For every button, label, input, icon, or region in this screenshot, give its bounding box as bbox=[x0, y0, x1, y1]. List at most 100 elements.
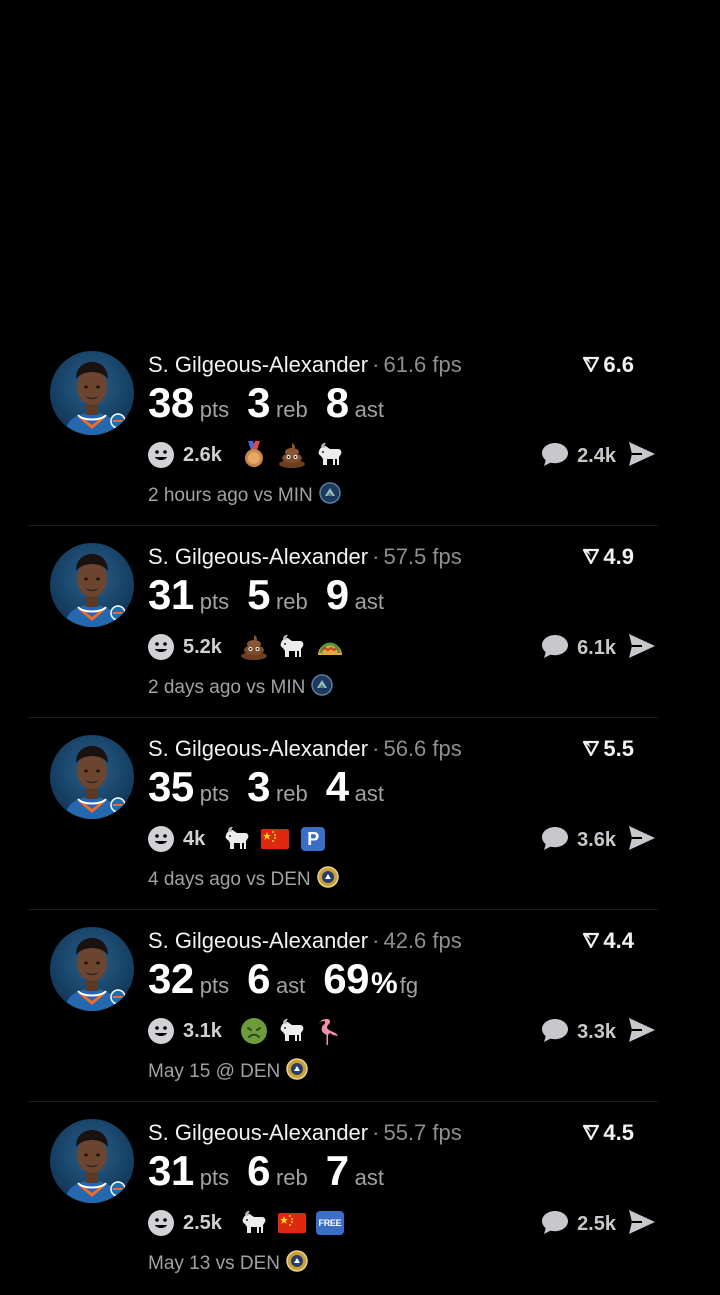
feed-card[interactable]: S. Gilgeous-Alexander · 61.6 fps 6.6 38 pt… bbox=[0, 335, 720, 527]
comment-icon[interactable] bbox=[541, 441, 569, 472]
stat-ast: 4 ast bbox=[326, 763, 384, 811]
player-name[interactable]: S. Gilgeous-Alexander bbox=[148, 352, 368, 377]
stat-unit: ast bbox=[354, 589, 384, 614]
fps-score: 56.6 fps bbox=[383, 736, 462, 761]
stat-value: 38 bbox=[148, 379, 194, 426]
smiley-react-icon[interactable] bbox=[147, 441, 175, 469]
rating-badge[interactable]: 5.5 bbox=[583, 736, 634, 762]
stat-value: 3 bbox=[247, 379, 270, 426]
stat-line: 32 pts 6 ast 69 % fg bbox=[148, 955, 436, 1003]
comment-icon[interactable] bbox=[541, 825, 569, 856]
separator-dot: · bbox=[372, 352, 380, 377]
goat-icon[interactable] bbox=[278, 1017, 306, 1045]
comment-icon[interactable] bbox=[541, 1209, 569, 1240]
rating-icon bbox=[583, 352, 600, 378]
player-name[interactable]: S. Gilgeous-Alexander bbox=[148, 544, 368, 569]
goat-icon[interactable] bbox=[223, 825, 251, 853]
stat-value: 6 bbox=[247, 955, 270, 1002]
rating-badge[interactable]: 4.5 bbox=[583, 1120, 634, 1146]
feed-card[interactable]: S. Gilgeous-Alexander · 42.6 fps 4.4 32 pt… bbox=[0, 911, 720, 1103]
player-name-line: S. Gilgeous-Alexander · 61.6 fps bbox=[148, 352, 462, 378]
stat-line: 31 pts 6 reb 7 ast bbox=[148, 1147, 402, 1195]
reaction-count: 2.6k bbox=[183, 443, 222, 466]
separator-dot: · bbox=[372, 928, 380, 953]
taco-icon[interactable] bbox=[316, 633, 344, 661]
player-name-line: S. Gilgeous-Alexander · 57.5 fps bbox=[148, 544, 462, 570]
stat-value: 35 bbox=[148, 763, 194, 810]
goat-icon[interactable] bbox=[278, 633, 306, 661]
stat-value: 9 bbox=[325, 571, 349, 618]
comments-area: 2.5k bbox=[541, 1209, 655, 1240]
stat-reb: 3 reb bbox=[247, 379, 308, 427]
share-icon[interactable] bbox=[628, 1209, 656, 1240]
rating-badge[interactable]: 6.6 bbox=[583, 352, 634, 378]
nauseated-face-icon[interactable] bbox=[240, 1017, 268, 1045]
reactions-bar: 3.1k bbox=[147, 1017, 344, 1045]
stat-reb: 5 reb bbox=[247, 571, 308, 619]
feed-card[interactable]: S. Gilgeous-Alexander · 56.6 fps 5.5 35 pt… bbox=[0, 719, 720, 911]
comment-count: 6.1k bbox=[577, 637, 616, 659]
reaction-count: 4k bbox=[183, 827, 206, 850]
fps-score: 42.6 fps bbox=[383, 928, 462, 953]
game-time: May 13 vs DEN bbox=[148, 1253, 280, 1274]
china-flag-icon[interactable] bbox=[277, 1209, 306, 1237]
smiley-react-icon[interactable] bbox=[147, 1209, 175, 1237]
comment-count: 3.6k bbox=[577, 829, 616, 851]
china-flag-icon[interactable] bbox=[261, 825, 290, 853]
smiley-react-icon[interactable] bbox=[147, 633, 175, 661]
goat-icon[interactable] bbox=[240, 1209, 268, 1237]
stat-unit: pts bbox=[199, 973, 230, 998]
reactions-bar: 2.6k bbox=[147, 441, 344, 469]
player-name[interactable]: S. Gilgeous-Alexander bbox=[148, 736, 368, 761]
stat-unit: pts bbox=[199, 1165, 230, 1190]
stat-line: 35 pts 3 reb 4 ast bbox=[148, 763, 402, 811]
game-meta: 2 days ago vs MIN bbox=[148, 674, 334, 702]
rating-badge[interactable]: 4.4 bbox=[583, 928, 634, 954]
comments-area: 3.6k bbox=[541, 825, 655, 856]
rating-badge[interactable]: 4.9 bbox=[583, 544, 634, 570]
stat-value: 6 bbox=[247, 1147, 270, 1194]
poop-icon[interactable] bbox=[278, 441, 306, 469]
stat-value: 31 bbox=[148, 1147, 194, 1194]
player-name[interactable]: S. Gilgeous-Alexander bbox=[148, 1120, 368, 1145]
player-avatar[interactable] bbox=[50, 927, 134, 1011]
fps-score: 55.7 fps bbox=[383, 1120, 462, 1145]
share-icon[interactable] bbox=[628, 633, 656, 664]
player-name[interactable]: S. Gilgeous-Alexander bbox=[148, 928, 368, 953]
player-avatar[interactable] bbox=[50, 735, 134, 819]
goat-icon[interactable] bbox=[316, 441, 344, 469]
min-team-logo-icon bbox=[319, 482, 341, 510]
stat-value: 4 bbox=[325, 763, 349, 810]
smiley-react-icon[interactable] bbox=[147, 1017, 175, 1045]
rating-icon bbox=[583, 928, 600, 954]
smiley-react-icon[interactable] bbox=[147, 825, 175, 853]
rating-value: 6.6 bbox=[603, 352, 634, 377]
stat-unit: reb bbox=[275, 781, 308, 806]
player-avatar[interactable] bbox=[50, 543, 134, 627]
stat-unit: ast bbox=[354, 781, 384, 806]
stat-line: 31 pts 5 reb 9 ast bbox=[148, 571, 402, 619]
stat-value: 69 bbox=[323, 955, 370, 1002]
stat-unit: ast bbox=[354, 397, 384, 422]
comment-icon[interactable] bbox=[541, 1017, 569, 1048]
medal-icon[interactable] bbox=[240, 441, 268, 469]
reaction-count: 2.5k bbox=[183, 1211, 222, 1234]
feed-card[interactable]: S. Gilgeous-Alexander · 57.5 fps 4.9 31 pt… bbox=[0, 527, 720, 719]
feed-card[interactable]: S. Gilgeous-Alexander · 55.7 fps 4.5 31 pt… bbox=[0, 1103, 720, 1295]
share-icon[interactable] bbox=[628, 825, 656, 856]
stat-pts: 38 pts bbox=[148, 379, 229, 427]
divider bbox=[28, 717, 658, 718]
poop-icon[interactable] bbox=[240, 633, 268, 661]
share-icon[interactable] bbox=[628, 1017, 656, 1048]
flamingo-icon[interactable] bbox=[316, 1017, 344, 1045]
comment-icon[interactable] bbox=[541, 633, 569, 664]
parking-icon[interactable]: P bbox=[299, 825, 327, 853]
free-button-icon[interactable]: FREE bbox=[315, 1209, 344, 1237]
reaction-count: 5.2k bbox=[183, 635, 222, 658]
player-avatar[interactable] bbox=[50, 351, 134, 435]
stat-value: 31 bbox=[148, 571, 194, 618]
comment-count: 2.5k bbox=[577, 1213, 616, 1235]
share-icon[interactable] bbox=[628, 441, 656, 472]
stat-percent-sign: % bbox=[371, 967, 398, 1000]
player-avatar[interactable] bbox=[50, 1119, 134, 1203]
